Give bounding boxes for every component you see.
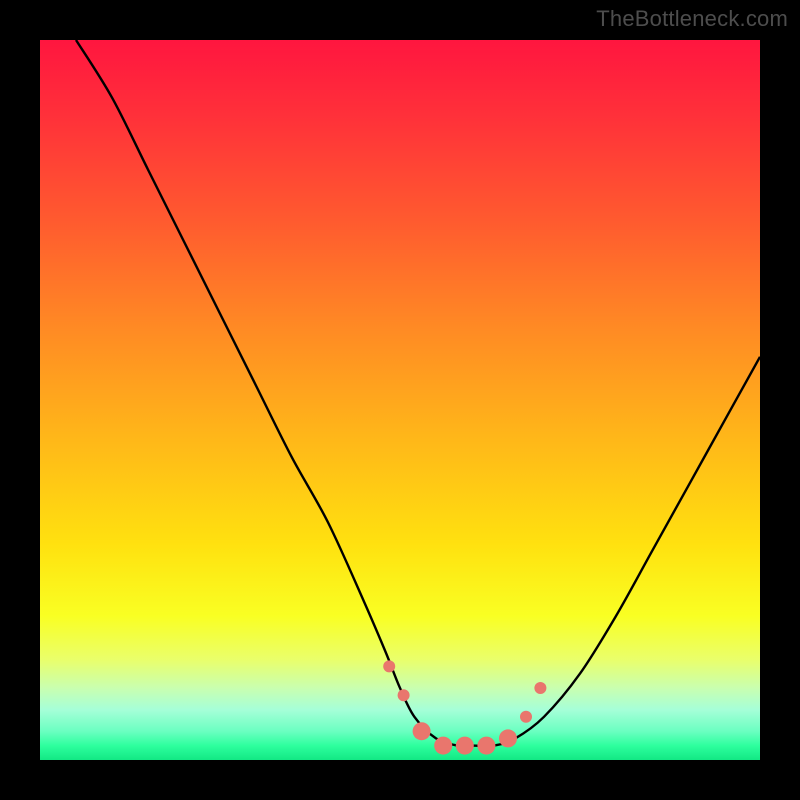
highlight-dot [434, 737, 452, 755]
highlight-dot [456, 737, 474, 755]
highlight-dot [477, 737, 495, 755]
curve-layer [76, 40, 760, 746]
watermark-text: TheBottleneck.com [596, 6, 788, 32]
bottleneck-curve [76, 40, 760, 746]
highlight-dot [413, 722, 431, 740]
highlight-dot [534, 682, 546, 694]
plot-area [40, 40, 760, 760]
highlight-dot [499, 729, 517, 747]
chart-frame: TheBottleneck.com [0, 0, 800, 800]
highlight-dot [383, 660, 395, 672]
highlight-dot [398, 689, 410, 701]
chart-svg [40, 40, 760, 760]
highlight-dot [520, 711, 532, 723]
